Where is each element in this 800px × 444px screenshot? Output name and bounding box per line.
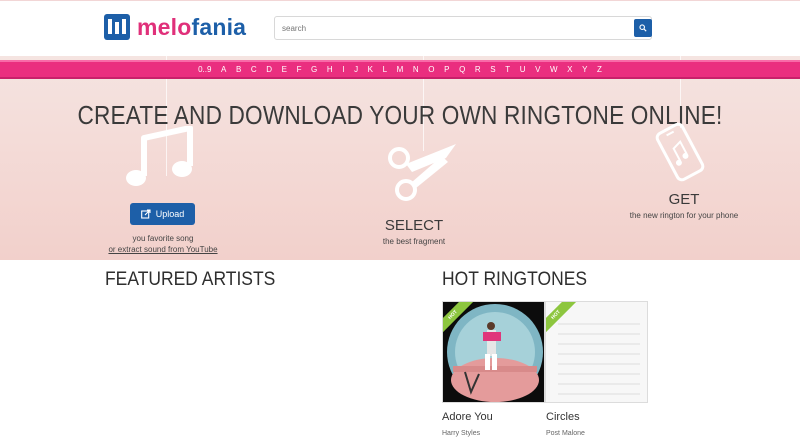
- alphabet-link[interactable]: K: [363, 65, 378, 74]
- alphabet-nav: 0..9 A B C D E F G H I J K L M N O P Q R S T U V W X Y Z: [0, 60, 800, 79]
- scissors-icon: [388, 144, 456, 201]
- youtube-link[interactable]: or extract sound from YouTube: [90, 244, 236, 255]
- alphabet-link[interactable]: M: [392, 65, 408, 74]
- alphabet-link[interactable]: D: [261, 65, 276, 74]
- ringtone-artist[interactable]: Post Malone: [546, 430, 585, 437]
- placeholder-cover-image: [546, 302, 647, 402]
- upload-caption: you favorite song or extract sound from …: [90, 233, 236, 255]
- search-icon: [639, 24, 647, 32]
- search-button[interactable]: [634, 19, 652, 37]
- album-cover-image: [443, 302, 544, 402]
- alphabet-link[interactable]: F: [292, 65, 306, 74]
- alphabet-link[interactable]: I: [337, 65, 349, 74]
- upload-button-label: Upload: [155, 209, 185, 219]
- site-header: melofania: [0, 0, 800, 56]
- alphabet-link[interactable]: V: [530, 65, 545, 74]
- get-label: GET: [668, 191, 700, 208]
- get-caption: the new rington for your phone: [629, 211, 739, 220]
- ringtone-title[interactable]: Circles: [546, 411, 580, 423]
- ringtone-title[interactable]: Adore You: [442, 411, 493, 423]
- hot-ringtones-title: HOT RINGTONES: [442, 269, 588, 290]
- featured-artists-title: FEATURED ARTISTS: [105, 269, 276, 290]
- logo-icon: [104, 14, 130, 40]
- alphabet-link[interactable]: Q: [454, 65, 470, 74]
- alphabet-link[interactable]: U: [515, 65, 530, 74]
- logo[interactable]: melofania: [104, 13, 246, 41]
- upload-button[interactable]: Upload: [130, 203, 195, 225]
- alphabet-link[interactable]: T: [500, 65, 514, 74]
- hero-banner: 0..9 A B C D E F G H I J K L M N O P Q R S T U V W X Y Z CREATE AN…: [0, 56, 800, 260]
- alphabet-link[interactable]: 0..9: [193, 65, 216, 74]
- search-input[interactable]: [275, 17, 630, 39]
- alphabet-link[interactable]: W: [545, 65, 562, 74]
- alphabet-link[interactable]: X: [562, 65, 577, 74]
- alphabet-link[interactable]: J: [349, 65, 363, 74]
- alphabet-link[interactable]: S: [485, 65, 500, 74]
- ringtone-artist[interactable]: Harry Styles: [442, 430, 480, 437]
- alphabet-link[interactable]: O: [424, 65, 440, 74]
- phone-icon: [655, 122, 705, 182]
- alphabet-link[interactable]: H: [322, 65, 337, 74]
- search-box: [274, 16, 652, 40]
- alphabet-link[interactable]: A: [216, 65, 231, 74]
- music-note-icon: [126, 126, 193, 186]
- alphabet-link[interactable]: R: [470, 65, 485, 74]
- alphabet-link[interactable]: B: [231, 65, 246, 74]
- alphabet-link[interactable]: P: [439, 65, 454, 74]
- alphabet-link[interactable]: Y: [577, 65, 592, 74]
- alphabet-link[interactable]: L: [378, 65, 392, 74]
- alphabet-link[interactable]: G: [306, 65, 322, 74]
- alphabet-link[interactable]: Z: [592, 65, 606, 74]
- ringtone-card[interactable]: HOT: [442, 301, 545, 403]
- select-label: SELECT: [384, 217, 444, 234]
- ringtone-card[interactable]: HOT: [545, 301, 648, 403]
- select-caption: the best fragment: [382, 237, 446, 246]
- alphabet-link[interactable]: C: [246, 65, 261, 74]
- share-icon: [140, 209, 151, 219]
- logo-text: melofania: [137, 13, 247, 40]
- alphabet-link[interactable]: E: [277, 65, 292, 74]
- alphabet-link[interactable]: N: [408, 65, 423, 74]
